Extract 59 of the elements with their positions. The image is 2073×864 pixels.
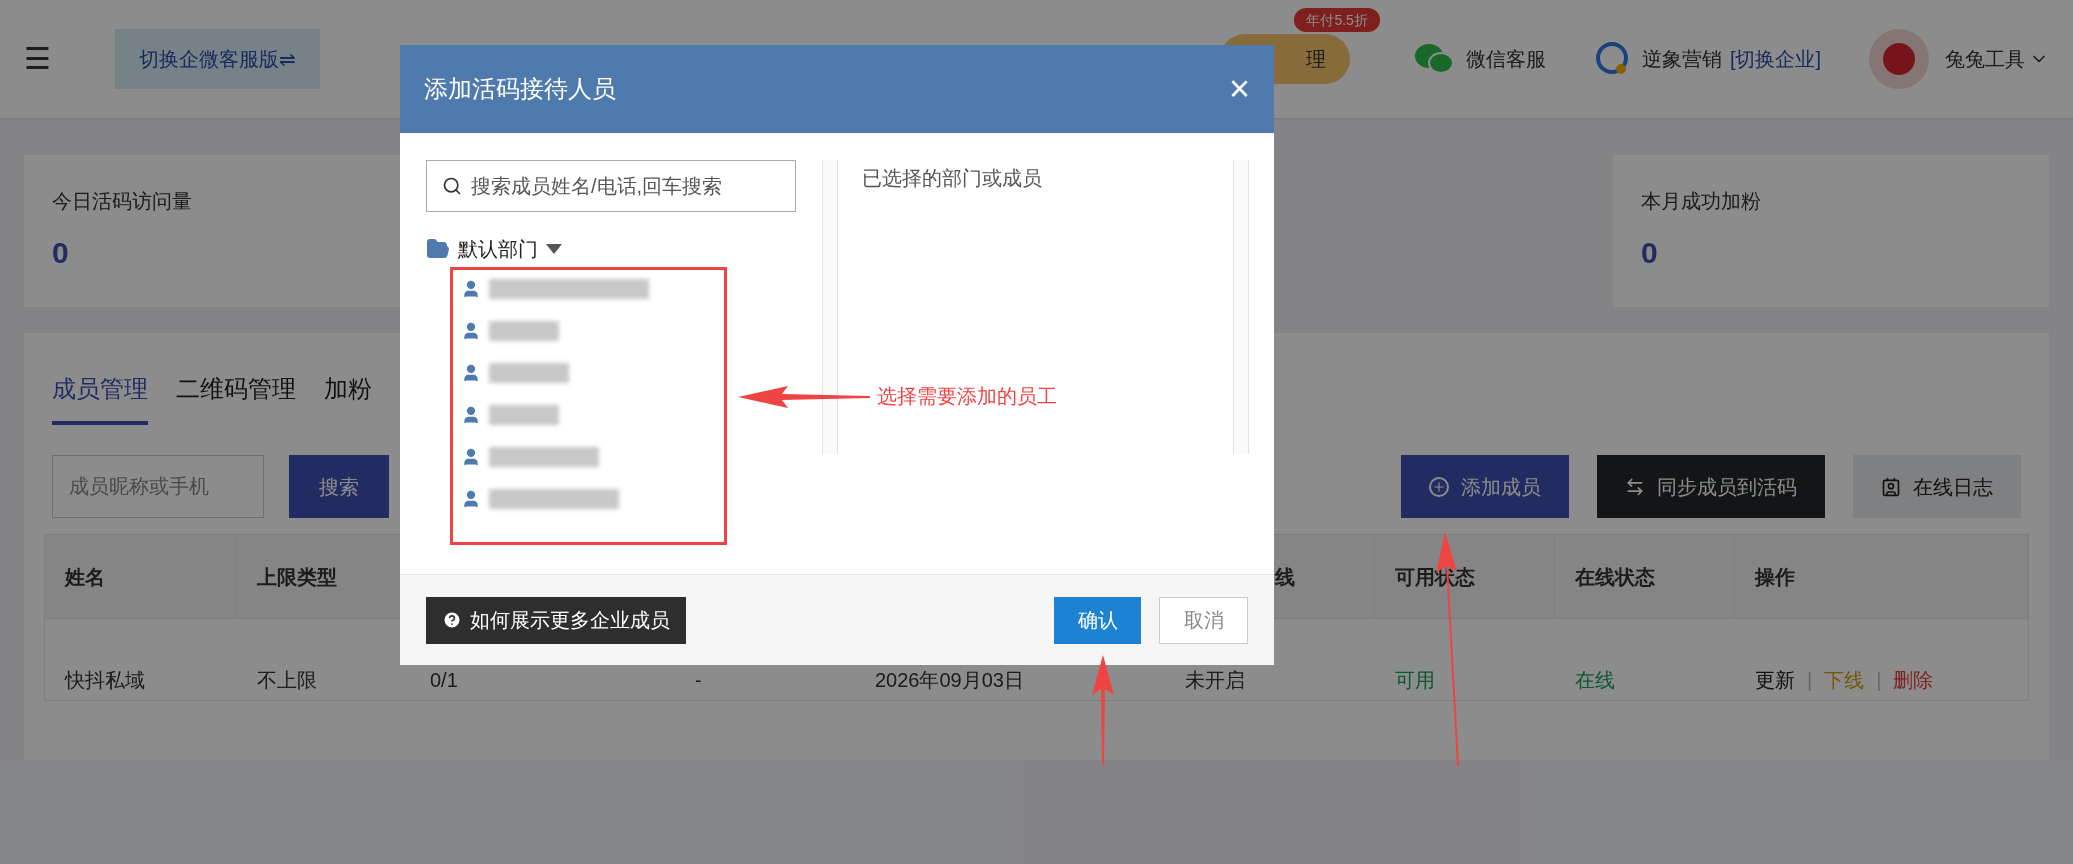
member-search-field[interactable]: 成员昵称或手机 xyxy=(52,455,264,518)
separator: | xyxy=(1876,667,1882,693)
caret-icon[interactable] xyxy=(546,244,562,254)
stat-value: 0 xyxy=(1641,235,1659,271)
stat-label: 本月成功加粉 xyxy=(1641,189,1762,214)
table-cell: 未开启 xyxy=(1185,668,1245,691)
confirm-button[interactable]: 确认 xyxy=(1054,596,1141,644)
wechat-service-link[interactable]: 微信客服 xyxy=(1465,45,1546,73)
search-icon xyxy=(442,176,462,196)
menu-icon[interactable]: ☰ xyxy=(24,41,51,77)
person-icon xyxy=(461,446,481,467)
tab[interactable]: 成员管理 xyxy=(52,373,148,425)
person-icon xyxy=(461,488,481,509)
column-header: 线 xyxy=(1275,564,1295,590)
member-search-field[interactable]: 搜索成员姓名/电话,回车搜索 xyxy=(426,160,796,212)
person-icon xyxy=(461,278,481,299)
action-button[interactable]: 同步成员到活码 xyxy=(1597,455,1825,518)
cancel-button[interactable]: 取消 xyxy=(1159,596,1248,644)
tab[interactable]: 二维码管理 xyxy=(176,373,296,425)
column-header: 在线状态 xyxy=(1575,564,1655,590)
speech-bubble-icon xyxy=(1593,41,1630,77)
blurred-name xyxy=(489,320,559,341)
separator: | xyxy=(1807,667,1813,693)
user-name[interactable]: 兔兔工具 xyxy=(1945,45,2025,73)
table-cell: 可用 xyxy=(1395,668,1435,691)
switch-company-link[interactable]: [切换企业] xyxy=(1729,45,1821,73)
annotation-text: 选择需要添加的员工 xyxy=(877,384,1057,409)
action-button[interactable]: 在线日志 xyxy=(1853,455,2021,518)
table-cell: 快抖私域 xyxy=(65,668,145,691)
blurred-name xyxy=(489,404,559,425)
table-cell: 不上限 xyxy=(257,668,317,691)
search-button[interactable]: 搜索 xyxy=(289,455,389,518)
person-icon xyxy=(461,362,481,383)
person-icon xyxy=(461,320,481,341)
table-cell: - xyxy=(695,668,702,691)
brand-name: 逆象营销 xyxy=(1641,47,1722,72)
help-button[interactable]: 如何展示更多企业成员 xyxy=(426,596,686,644)
table-cell: 0/1 xyxy=(430,668,458,691)
help-icon xyxy=(442,610,462,630)
tab[interactable]: 加粉 xyxy=(324,373,372,425)
department-label[interactable]: 默认部门 xyxy=(458,235,538,263)
discount-badge: 年付5.5折 xyxy=(1294,8,1380,32)
action-button[interactable]: 添加成员 xyxy=(1401,455,1569,518)
column-header: 操作 xyxy=(1755,564,1795,590)
column-header: 上限类型 xyxy=(257,564,337,590)
stat-label: 今日活码访问量 xyxy=(52,189,193,214)
table-cell: 在线 xyxy=(1575,668,1615,691)
selected-title: 已选择的部门或成员 xyxy=(862,167,1042,189)
row-action-link[interactable]: 更新 xyxy=(1755,665,1795,694)
dialog-title: 添加活码接待人员 xyxy=(424,74,616,104)
swap-icon xyxy=(1625,476,1645,497)
folder-icon xyxy=(426,237,450,261)
row-action-link[interactable]: 删除 xyxy=(1893,665,1934,694)
contact-list-icon xyxy=(1881,476,1901,497)
person-icon xyxy=(461,404,481,425)
stat-value: 0 xyxy=(52,235,70,271)
switch-version-button[interactable]: 切换企微客服版⇌ xyxy=(115,29,320,89)
table-cell: 2026年09月03日 xyxy=(875,668,1024,691)
column-header: 姓名 xyxy=(65,564,105,590)
